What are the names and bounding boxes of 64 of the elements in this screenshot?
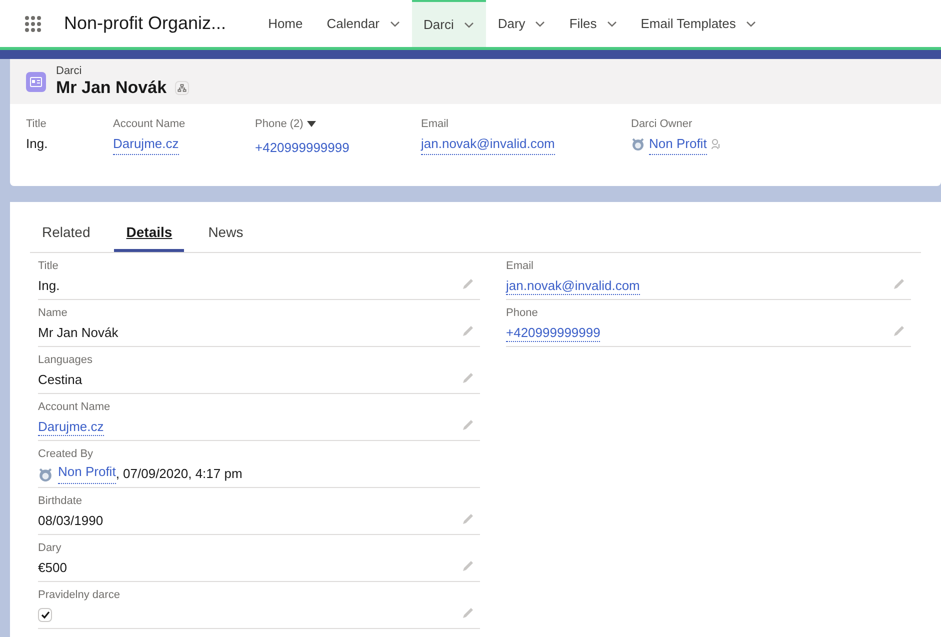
record-tab[interactable]: Details [114, 216, 184, 252]
field-link[interactable]: jan.novak@invalid.com [506, 278, 640, 294]
field-label: Email [421, 116, 449, 132]
record-tab[interactable]: Related [30, 216, 102, 252]
field-link[interactable]: +420999999999 [506, 324, 600, 342]
field-label: Title [38, 259, 60, 274]
field-label: Phone (2) [255, 116, 304, 132]
field-link[interactable]: Darujme.cz [113, 134, 179, 154]
field-label: Email [506, 259, 535, 274]
user-link[interactable]: Non Profit [58, 464, 116, 484]
nav-tab[interactable]: Home [256, 0, 315, 47]
field-label: Darci Owner [631, 116, 692, 132]
nav-tab[interactable]: Darci [412, 0, 486, 47]
edit-icon[interactable] [893, 325, 905, 337]
field-label: Title [26, 116, 46, 132]
field-label: Languages [38, 353, 94, 368]
nav-tab[interactable]: Calendar [314, 0, 412, 47]
field-label: Name [38, 306, 68, 321]
chevron-down-icon[interactable] [606, 20, 617, 26]
field-value: Ing. [38, 277, 60, 296]
field-label: Birthdate [38, 494, 84, 509]
edit-icon[interactable] [893, 278, 905, 290]
chevron-down-icon[interactable] [464, 22, 474, 28]
chevron-down-icon[interactable] [535, 20, 546, 26]
hierarchy-icon[interactable] [174, 80, 189, 94]
field-label: Pravidelny darce [38, 588, 121, 603]
phone-link[interactable]: +420999999999 [255, 138, 350, 158]
checkmark-icon [40, 611, 50, 619]
edit-icon[interactable] [462, 607, 474, 619]
field-link[interactable]: Darujme.cz [38, 418, 104, 436]
chevron-down-icon[interactable] [390, 20, 400, 26]
field-value: Mr Jan Novák [38, 324, 118, 342]
owner-link[interactable]: Non Profit [649, 134, 707, 154]
edit-icon[interactable] [462, 372, 474, 384]
dropdown-icon[interactable] [307, 121, 316, 127]
nav-tab[interactable]: Dary [486, 0, 558, 47]
field-value: €500 [38, 559, 67, 578]
record-tab[interactable]: News [196, 216, 256, 252]
field-label: Account Name [113, 116, 186, 132]
change-owner-icon[interactable] [710, 138, 721, 150]
nav-tab[interactable]: Email Templates [628, 0, 768, 47]
app-launcher-icon[interactable] [24, 14, 42, 32]
edit-icon[interactable] [462, 278, 474, 290]
field-label: Dary [38, 541, 62, 556]
app-name: Non-profit Organiz... [64, 12, 226, 35]
nav-tab[interactable]: Files [557, 0, 629, 47]
edit-icon[interactable] [462, 513, 474, 525]
field-label: Account Name [38, 400, 112, 415]
field-value: Ing. [26, 135, 48, 153]
edit-icon[interactable] [462, 325, 474, 337]
field-value: 08/03/1990 [38, 512, 104, 530]
field-label: Phone [506, 306, 539, 321]
chevron-down-icon[interactable] [746, 20, 756, 26]
edit-icon[interactable] [462, 419, 474, 431]
record-name: Mr Jan Novák [56, 76, 167, 98]
contact-card-icon [26, 72, 46, 92]
avatar-icon [38, 466, 53, 482]
avatar-icon [631, 137, 645, 152]
field-label: Created By [38, 447, 94, 462]
edit-icon[interactable] [462, 560, 474, 572]
object-label: Darci [56, 64, 83, 76]
field-value: Cestina [38, 371, 82, 390]
field-link[interactable]: jan.novak@invalid.com [421, 134, 555, 154]
field-value: , 07/09/2020, 4:17 pm [116, 465, 242, 484]
